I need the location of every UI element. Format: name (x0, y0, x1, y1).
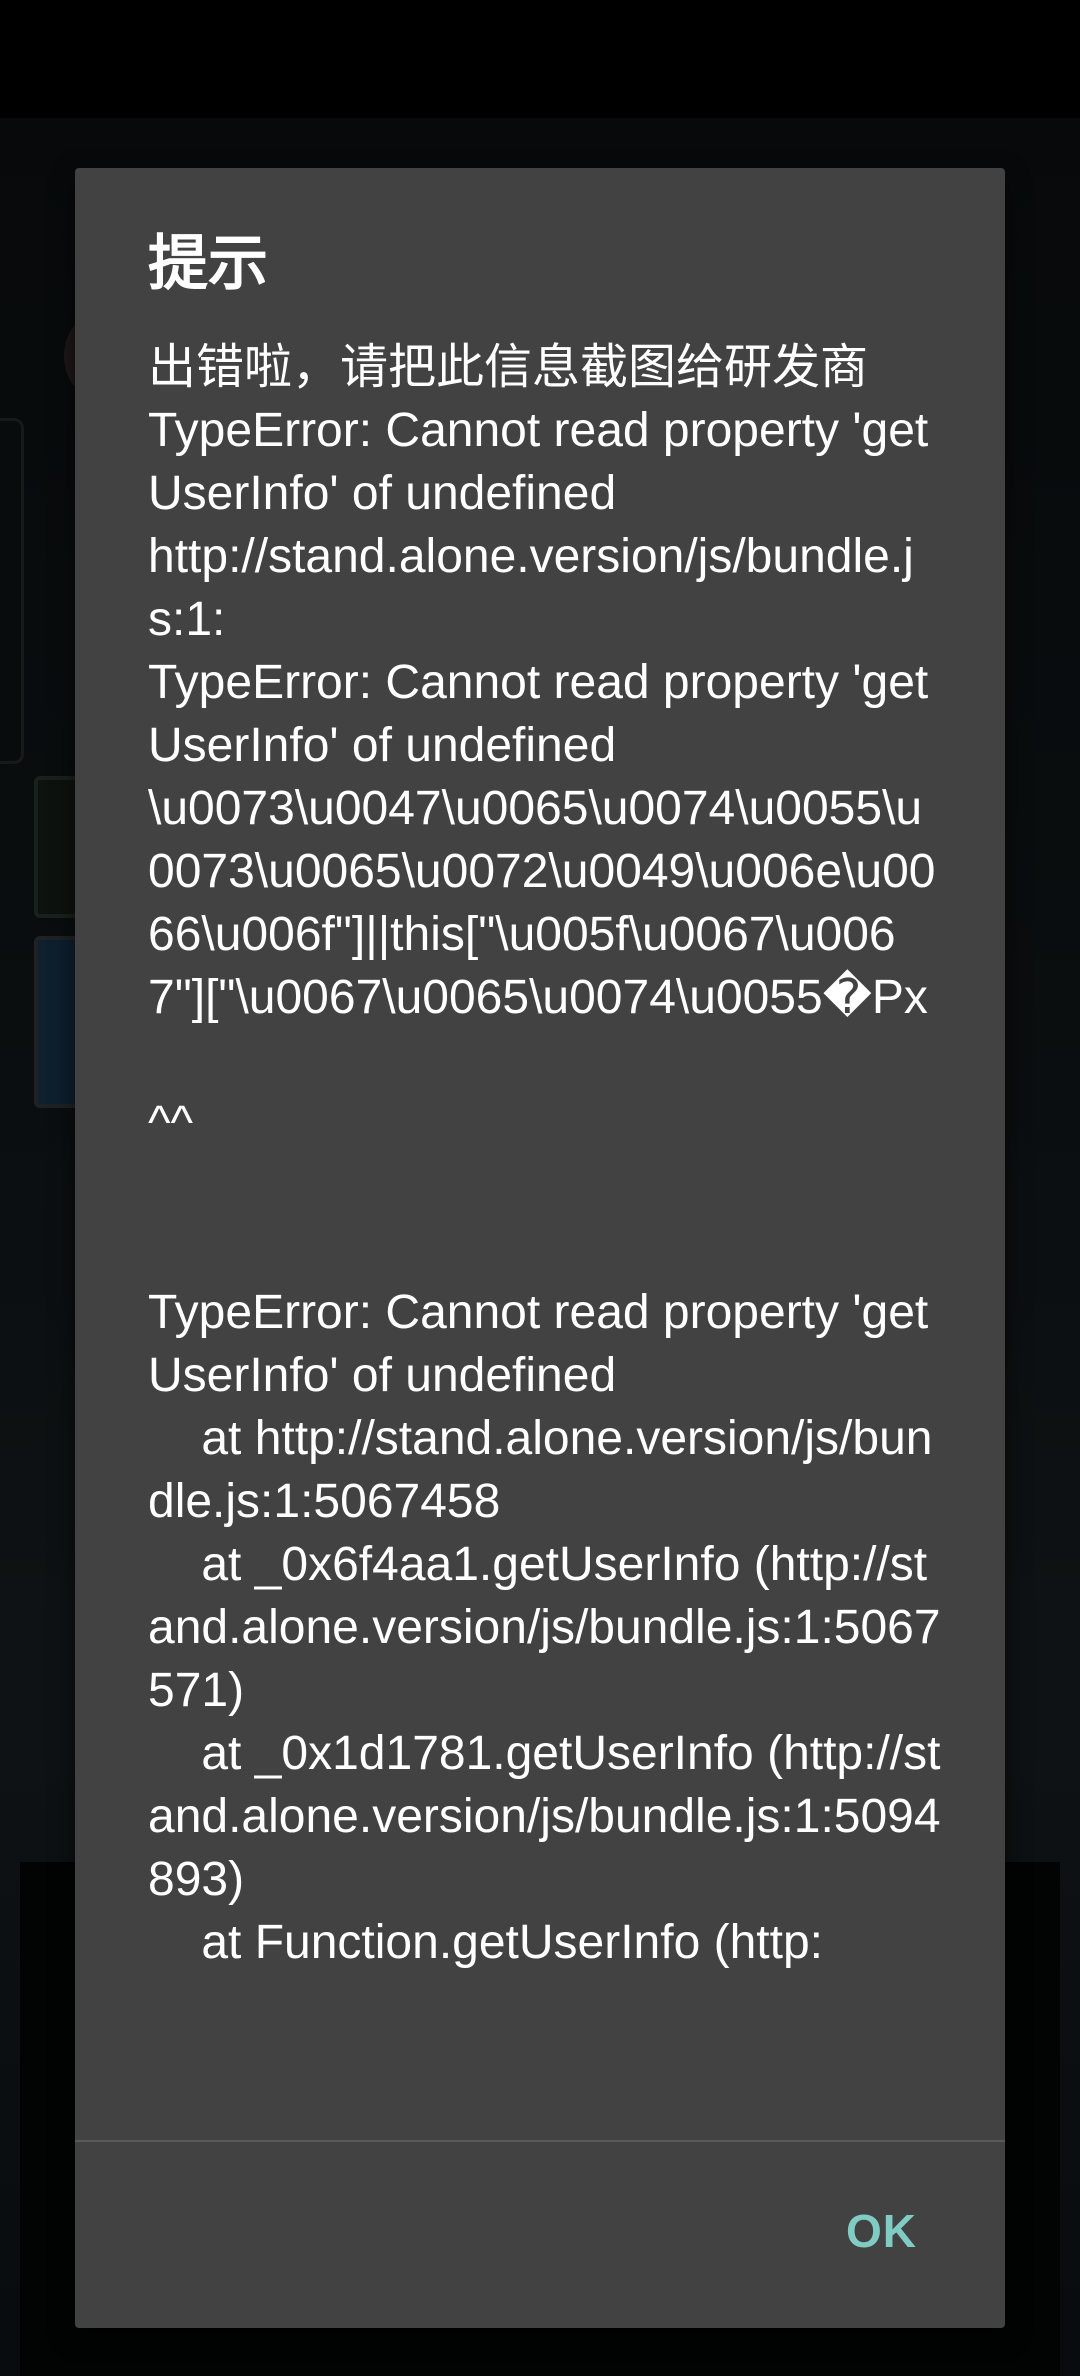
dialog-message-scroll[interactable]: 出错啦，请把此信息截图给研发商 TypeError: Cannot read p… (148, 336, 948, 2308)
ok-button[interactable]: OK (826, 2192, 937, 2270)
dialog-title: 提示 (148, 229, 268, 299)
error-dialog: 提示 出错啦，请把此信息截图给研发商 TypeError: Cannot rea… (75, 168, 1005, 2328)
dialog-message: 出错啦，请把此信息截图给研发商 TypeError: Cannot read p… (148, 341, 941, 1969)
screen: 提示 出错啦，请把此信息截图给研发商 TypeError: Cannot rea… (0, 0, 1080, 2376)
dialog-actions: OK (75, 2142, 1005, 2328)
